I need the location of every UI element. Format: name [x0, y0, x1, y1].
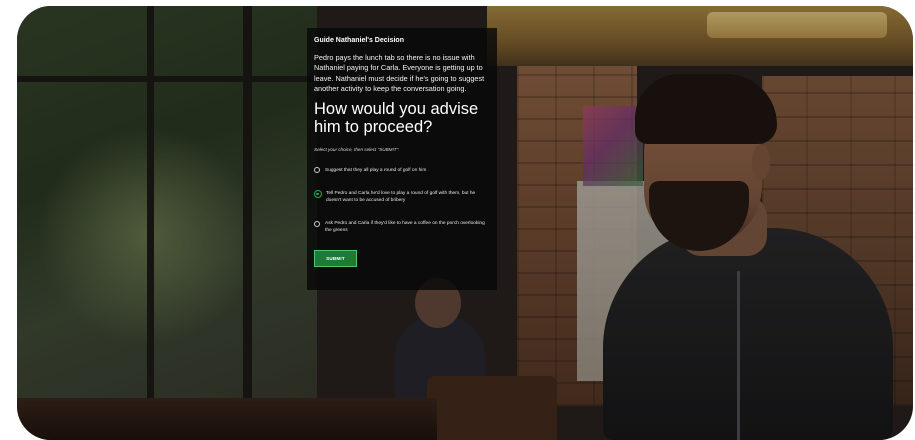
panel-title: Guide Nathaniel's Decision	[314, 37, 404, 44]
radio-button[interactable]	[314, 167, 320, 174]
question-heading: How would you advise him to proceed?	[314, 99, 479, 136]
choice-option-3[interactable]: Ask Pedro and Carla if they'd like to ha…	[314, 220, 491, 234]
video-frame: Guide Nathaniel's Decision Pedro pays th…	[17, 6, 913, 440]
radio-button-selected[interactable]	[314, 190, 322, 199]
choice-option-2[interactable]: Tell Pedro and Carla he'd love to play a…	[314, 190, 491, 204]
choice-option-1[interactable]: Suggest that they all play a round of go…	[314, 167, 491, 175]
instruction-text: Select your choice, then select "SUBMIT"…	[314, 146, 400, 152]
choice-label: Ask Pedro and Carla if they'd like to ha…	[325, 221, 485, 233]
scenario-text: Pedro pays the lunch tab so there is no …	[314, 53, 485, 94]
radio-button[interactable]	[314, 220, 320, 227]
choice-label: Tell Pedro and Carla he'd love to play a…	[326, 191, 476, 203]
decision-panel: Guide Nathaniel's Decision Pedro pays th…	[307, 28, 497, 290]
choice-label: Suggest that they all play a round of go…	[325, 167, 427, 173]
submit-button[interactable]: SUBMIT	[314, 249, 357, 267]
